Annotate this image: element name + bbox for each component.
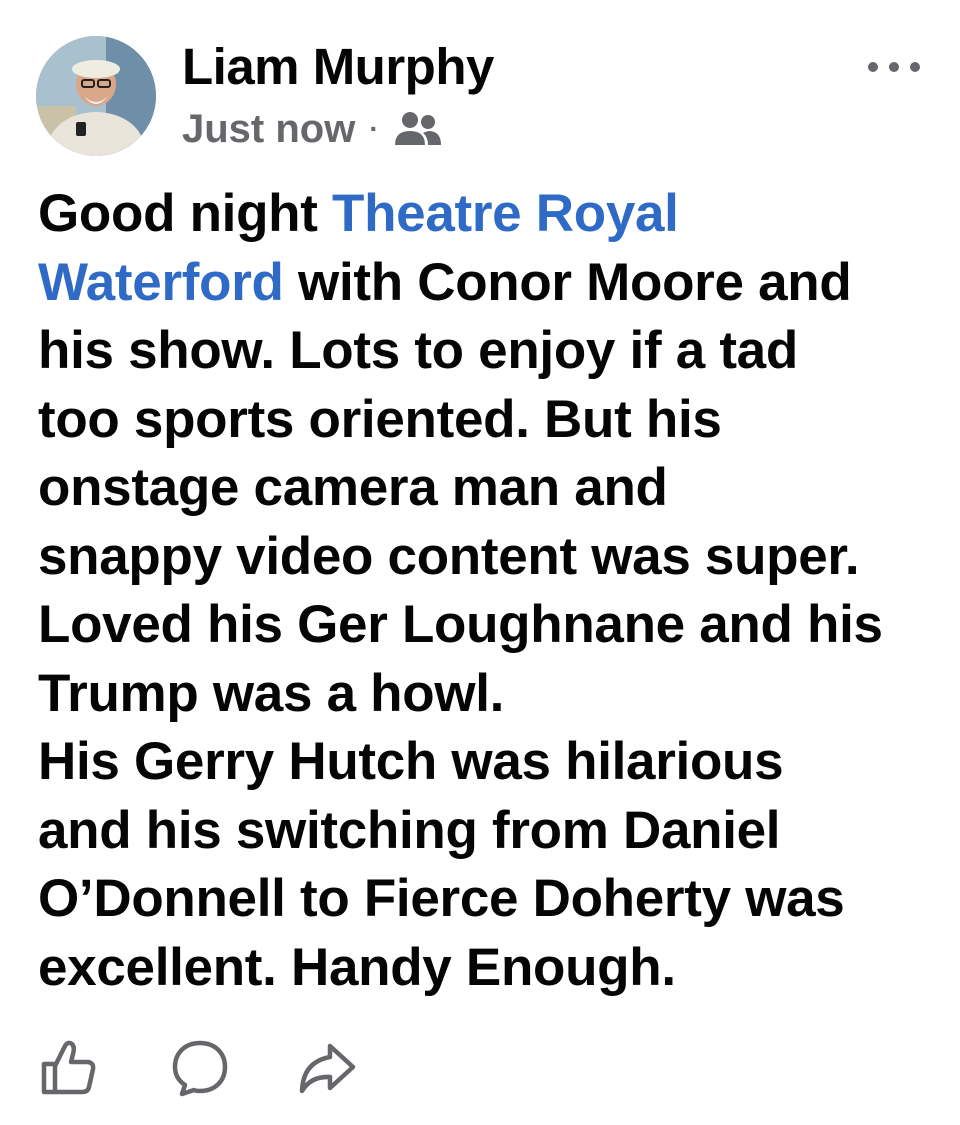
post-body-line: Good night Theatre Royal xyxy=(38,180,938,249)
post-text: Loved his Ger Loughnane and his xyxy=(38,595,883,654)
post-text: his show. Lots to enjoy if a tad xyxy=(38,321,798,380)
share-button[interactable] xyxy=(295,1036,359,1100)
friends-icon[interactable] xyxy=(393,109,443,149)
post-text: excellent. Handy Enough. xyxy=(38,937,676,997)
post-text: Trump was a howl. xyxy=(38,663,505,723)
post-body-line: his show. Lots to enjoy if a tad xyxy=(38,317,938,386)
more-options-icon[interactable] xyxy=(868,52,920,82)
post-text: too sports oriented. But his xyxy=(38,389,722,449)
post-body-line: excellent. Handy Enough. xyxy=(38,934,938,1003)
post-text: snappy video content was super. xyxy=(38,526,860,586)
more-dot xyxy=(910,62,920,72)
post-text: His Gerry Hutch was hilarious xyxy=(38,732,784,791)
page-mention-link[interactable]: Theatre Royal xyxy=(332,184,679,243)
more-dot xyxy=(889,62,899,72)
post-body-line: His Gerry Hutch was hilarious xyxy=(38,728,938,797)
post-body: Good night Theatre Royal Waterford with C… xyxy=(38,180,938,1002)
post-text: with Conor Moore and xyxy=(283,252,852,312)
page-mention-link[interactable]: Waterford xyxy=(38,253,284,312)
meta-separator: · xyxy=(369,113,379,144)
post-body-line: snappy video content was super. xyxy=(38,523,938,592)
post-body-line: Trump was a howl. xyxy=(38,660,938,729)
post-body-line: too sports oriented. But his xyxy=(38,386,938,455)
post-text: onstage camera man and xyxy=(38,458,668,517)
post-actions xyxy=(36,1036,359,1100)
author-avatar[interactable] xyxy=(36,36,156,156)
like-button[interactable] xyxy=(36,1036,100,1100)
more-dot xyxy=(868,62,878,72)
post-body-line: and his switching from Daniel xyxy=(38,797,938,866)
post-text: O’Donnell to Fierce Doherty was xyxy=(38,869,845,928)
thumbs-up-icon xyxy=(41,1040,96,1095)
share-arrow-icon xyxy=(299,1043,356,1094)
post-body-line: O’Donnell to Fierce Doherty was xyxy=(38,865,938,934)
comment-button[interactable] xyxy=(168,1036,232,1100)
post-body-line: Loved his Ger Loughnane and his xyxy=(38,591,938,660)
post-body-line: onstage camera man and xyxy=(38,454,938,523)
timestamp[interactable]: Just now xyxy=(182,107,355,152)
post-text: and his switching from Daniel xyxy=(38,800,781,860)
post-body-line: Waterford with Conor Moore and xyxy=(38,249,938,318)
comment-bubble-icon xyxy=(172,1040,228,1097)
author-name[interactable]: Liam Murphy xyxy=(182,34,494,100)
post-meta: Just now · xyxy=(182,103,443,155)
post-card: Liam Murphy Just now · Good night Theatr… xyxy=(0,0,960,1125)
avatar-photo xyxy=(36,36,156,156)
post-text: Good night xyxy=(38,184,332,243)
